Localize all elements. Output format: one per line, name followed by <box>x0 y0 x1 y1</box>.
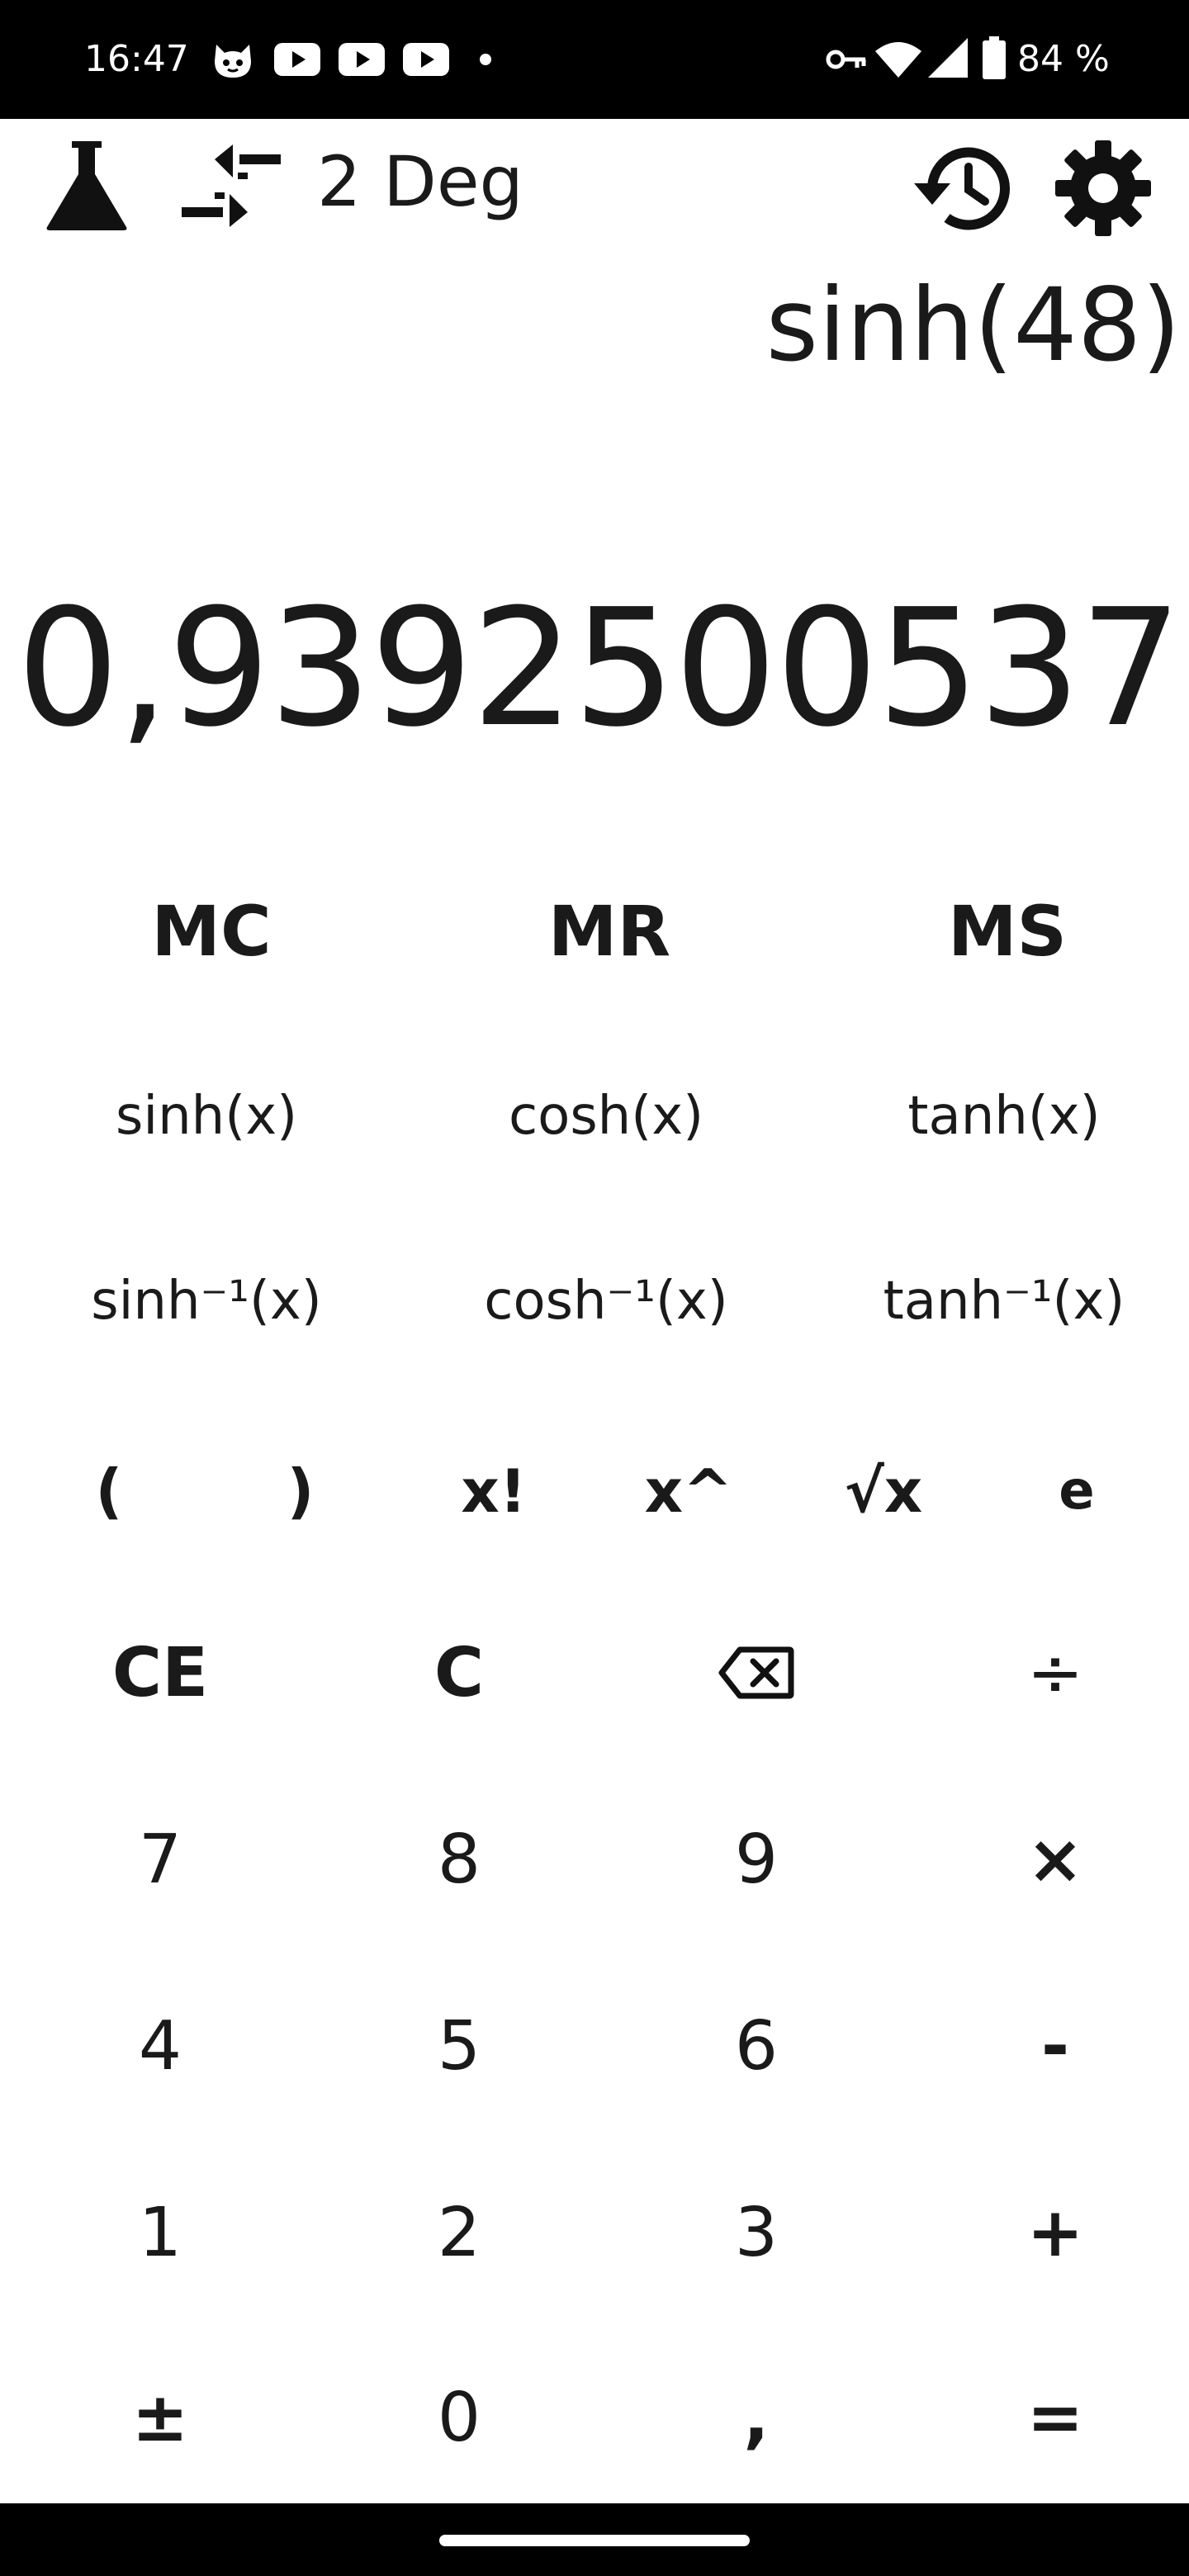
notification-dot-icon <box>480 54 491 65</box>
youtube-icon <box>403 43 449 76</box>
subtract-button[interactable]: - <box>907 1955 1189 2137</box>
memory-recall-button[interactable]: MR <box>411 841 808 1022</box>
digit-9-button[interactable]: 9 <box>608 1769 905 1950</box>
divide-button[interactable]: ÷ <box>907 1582 1189 1764</box>
digit-6-button[interactable]: 6 <box>608 1955 905 2137</box>
square-root-button[interactable]: √x <box>784 1400 983 1582</box>
precision-button[interactable] <box>173 132 289 239</box>
history-button[interactable] <box>900 130 1016 246</box>
cosh-button[interactable]: cosh(x) <box>408 1025 804 1207</box>
clear-entry-button[interactable]: CE <box>12 1582 309 1764</box>
home-gesture-handle[interactable] <box>439 2535 750 2546</box>
result-display: 0,9392500537 <box>16 575 1182 763</box>
battery-percentage: 84 % <box>1017 38 1110 80</box>
signal-icon <box>928 38 968 78</box>
factorial-button[interactable]: x! <box>395 1400 593 1582</box>
vpn-key-icon <box>826 50 866 69</box>
open-paren-button[interactable]: ( <box>10 1400 208 1582</box>
backspace-icon <box>718 1646 794 1699</box>
digit-0-button[interactable]: 0 <box>310 2327 608 2508</box>
digit-8-button[interactable]: 8 <box>310 1769 608 1950</box>
digit-4-button[interactable]: 4 <box>12 1955 309 2137</box>
digit-2-button[interactable]: 2 <box>310 2142 608 2323</box>
wifi-icon <box>875 42 921 78</box>
history-icon <box>914 147 1010 230</box>
cat-face-icon <box>215 45 251 78</box>
clear-button[interactable]: C <box>310 1582 608 1764</box>
youtube-icon <box>274 43 320 76</box>
compress-arrows-icon <box>182 144 281 227</box>
atanh-button[interactable]: tanh⁻¹(x) <box>806 1210 1189 1392</box>
backspace-button[interactable] <box>608 1582 905 1764</box>
expression-display: sinh(48) <box>765 267 1181 384</box>
memory-clear-button[interactable]: MC <box>13 841 410 1022</box>
negate-button[interactable]: ± <box>12 2327 309 2508</box>
digit-5-button[interactable]: 5 <box>310 1955 608 2137</box>
tanh-button[interactable]: tanh(x) <box>806 1025 1189 1207</box>
equals-button[interactable]: = <box>907 2327 1189 2508</box>
youtube-icon <box>339 43 385 76</box>
precision-mode-label[interactable]: 2 Deg <box>317 140 523 223</box>
mode-button[interactable] <box>33 132 140 239</box>
memory-store-button[interactable]: MS <box>809 841 1189 1022</box>
settings-button[interactable] <box>1045 130 1161 246</box>
decimal-comma-button[interactable]: , <box>608 2327 905 2508</box>
flask-icon <box>46 141 127 230</box>
sinh-button[interactable]: sinh(x) <box>8 1025 405 1207</box>
digit-7-button[interactable]: 7 <box>12 1769 309 1950</box>
add-button[interactable]: + <box>907 2142 1189 2323</box>
power-button[interactable]: x^ <box>590 1400 788 1582</box>
status-time: 16:47 <box>84 38 189 80</box>
battery-icon <box>983 36 1006 79</box>
asinh-button[interactable]: sinh⁻¹(x) <box>8 1210 405 1392</box>
acosh-button[interactable]: cosh⁻¹(x) <box>408 1210 804 1392</box>
close-paren-button[interactable]: ) <box>201 1400 400 1582</box>
euler-button[interactable]: e <box>978 1400 1176 1582</box>
digit-1-button[interactable]: 1 <box>12 2142 309 2323</box>
gear-icon <box>1055 140 1151 236</box>
status-bar: 16:47 84 % <box>0 0 1189 119</box>
digit-3-button[interactable]: 3 <box>608 2142 905 2323</box>
multiply-button[interactable]: × <box>907 1769 1189 1950</box>
